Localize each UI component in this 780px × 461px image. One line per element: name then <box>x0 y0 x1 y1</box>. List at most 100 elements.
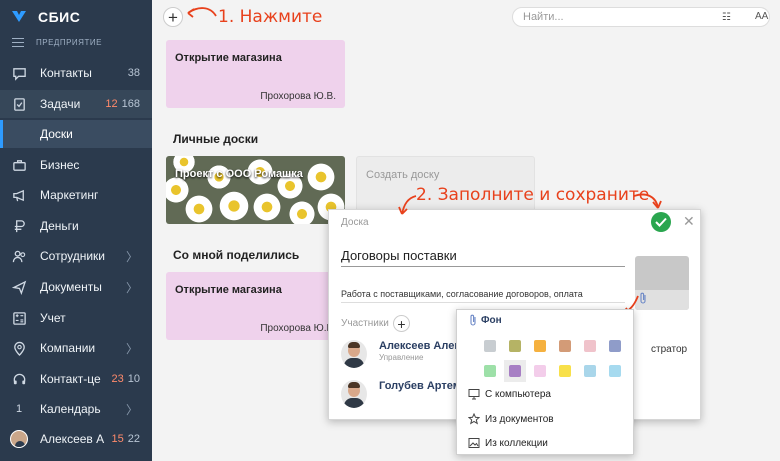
chevron-right-icon[interactable]: 〉 <box>126 279 138 296</box>
sidebar-item-contact-center[interactable]: Контакт-це 23 10 <box>0 365 152 393</box>
color-swatch[interactable] <box>534 340 546 352</box>
add-board-button[interactable]: + <box>163 7 183 27</box>
color-swatch[interactable] <box>559 340 571 352</box>
background-title: Фон <box>481 314 502 326</box>
color-swatch[interactable] <box>534 365 546 377</box>
list-view-icon[interactable]: ☷ <box>722 12 731 23</box>
annotation-step-1: 1. Нажмите <box>218 7 323 27</box>
counter: 22 <box>127 433 140 445</box>
shared-boards-heading: Со мной поделились <box>173 248 300 262</box>
sidebar-item-contacts[interactable]: Контакты 38 <box>0 59 152 87</box>
sidebar-item-marketing[interactable]: Маркетинг <box>0 181 152 209</box>
sidebar-item-accounting[interactable]: Учет <box>0 304 152 332</box>
chevron-right-icon[interactable]: 〉 <box>126 248 138 265</box>
board-owner: Прохорова Ю.В. <box>260 323 336 334</box>
sidebar-item-documents[interactable]: Документы 〉 <box>0 273 152 301</box>
chevron-right-icon[interactable]: 〉 <box>126 340 138 357</box>
color-swatch[interactable] <box>584 365 596 377</box>
board-description-field[interactable]: Работа с поставщиками, согласование дого… <box>341 289 625 303</box>
background-header[interactable]: Фон <box>469 314 502 326</box>
sidebar-item-label: Бизнес <box>40 158 80 172</box>
sidebar-item-label: Контакт-це <box>40 372 101 386</box>
calculator-icon <box>11 310 27 326</box>
participant-name: Алексеев Алекс <box>379 340 466 352</box>
sidebar-item-label: Задачи <box>40 97 81 111</box>
color-swatch[interactable] <box>609 340 621 352</box>
logo[interactable]: СБИС <box>10 8 80 26</box>
counter: 10 <box>127 373 140 385</box>
checkmark-icon <box>655 217 667 227</box>
color-swatch[interactable] <box>559 365 571 377</box>
counter: 38 <box>127 67 140 79</box>
color-swatch[interactable] <box>484 365 496 377</box>
menu-item-label: Из документов <box>485 413 554 425</box>
image-icon <box>468 438 480 448</box>
sidebar-item-label: Компании <box>40 341 96 355</box>
star-icon <box>468 413 480 425</box>
annotation-step-2: 2. Заполните и сохраните <box>416 185 650 205</box>
sidebar-item-label: Деньги <box>40 219 79 233</box>
sidebar-item-label: Сотрудники <box>40 249 105 263</box>
personal-boards-heading: Личные доски <box>173 132 259 146</box>
counter-red: 12 <box>105 98 118 110</box>
paperclip-icon <box>470 314 476 326</box>
sidebar-item-label: Доски <box>40 127 73 141</box>
app-name: СБИС <box>38 9 81 25</box>
participant-role-tail: стратор <box>651 344 688 355</box>
sidebar-item-label: Маркетинг <box>40 188 99 202</box>
color-swatch[interactable] <box>609 365 621 377</box>
participant[interactable]: Голубев Артем <box>341 380 461 408</box>
annotation-arrow-2b <box>633 193 662 209</box>
close-icon[interactable]: ✕ <box>683 213 695 230</box>
participant-role: Управление <box>379 353 424 362</box>
color-swatch[interactable] <box>509 340 521 352</box>
board-name-field[interactable]: Договоры поставки <box>341 248 625 267</box>
sidebar-item-money[interactable]: Деньги <box>0 212 152 240</box>
choose-from-documents[interactable]: Из документов <box>468 413 554 425</box>
tasks-icon <box>11 96 27 112</box>
sidebar-item-business[interactable]: Бизнес <box>0 151 152 179</box>
menu-item-label: С компьютера <box>485 388 551 400</box>
board-card[interactable]: Открытие магазина Прохорова Ю.В. <box>166 40 345 108</box>
choose-from-collection[interactable]: Из коллекции <box>468 437 548 449</box>
participant-name: Голубев Артем <box>379 380 461 392</box>
avatar <box>341 380 367 408</box>
sidebar-item-companies[interactable]: Компании 〉 <box>0 334 152 362</box>
participants-label: Участники <box>341 318 389 329</box>
participant[interactable]: Алексеев Алекс Управление <box>341 340 466 368</box>
counter-red: 23 <box>111 373 124 385</box>
color-swatch[interactable] <box>484 340 496 352</box>
sidebar-item-boards[interactable]: Доски <box>0 120 152 148</box>
headset-icon <box>11 371 27 387</box>
color-swatch[interactable] <box>584 340 596 352</box>
save-button[interactable] <box>651 212 671 232</box>
color-swatch[interactable] <box>509 365 521 377</box>
sidebar-item-profile[interactable]: Алексеев А 15 22 <box>0 425 152 453</box>
add-participant-button[interactable]: + <box>393 315 410 332</box>
board-title: Проект с ООО Ромашка <box>175 168 303 180</box>
dialog-label: Доска <box>341 217 369 228</box>
board-card[interactable]: Открытие магазина Прохорова Ю.В. <box>166 272 345 340</box>
board-card-photo[interactable]: Проект с ООО Ромашка <box>166 156 345 224</box>
sidebar-item-label: Контакты <box>40 66 92 80</box>
background-picker: Фон С компьютера Из документов Из коллек… <box>456 309 634 455</box>
company-switcher[interactable]: ПРЕДПРИЯТИЕ <box>12 38 102 47</box>
annotation-arrow-2a <box>398 195 417 215</box>
sidebar-item-employees[interactable]: Сотрудники 〉 <box>0 242 152 270</box>
user-avatar <box>10 430 28 448</box>
upload-from-computer[interactable]: С компьютера <box>468 388 551 400</box>
font-size-icon[interactable]: AA <box>755 11 768 22</box>
calendar-icon: 1 <box>15 403 23 415</box>
sidebar-item-tasks[interactable]: Задачи 12 168 <box>0 90 152 118</box>
sidebar: СБИС ПРЕДПРИЯТИЕ Контакты 38 Задачи 12 1… <box>0 0 152 461</box>
board-title: Открытие магазина <box>175 284 282 296</box>
people-icon <box>11 248 27 264</box>
sidebar-item-calendar[interactable]: 1 Календарь 〉 <box>0 395 152 423</box>
menu-icon[interactable] <box>12 38 24 47</box>
search-input[interactable]: Найти... <box>512 7 770 27</box>
chat-icon <box>11 65 27 81</box>
megaphone-icon <box>11 187 27 203</box>
sidebar-item-label: Алексеев А <box>40 432 105 446</box>
chevron-right-icon[interactable]: 〉 <box>126 401 138 418</box>
briefcase-icon <box>11 157 27 173</box>
